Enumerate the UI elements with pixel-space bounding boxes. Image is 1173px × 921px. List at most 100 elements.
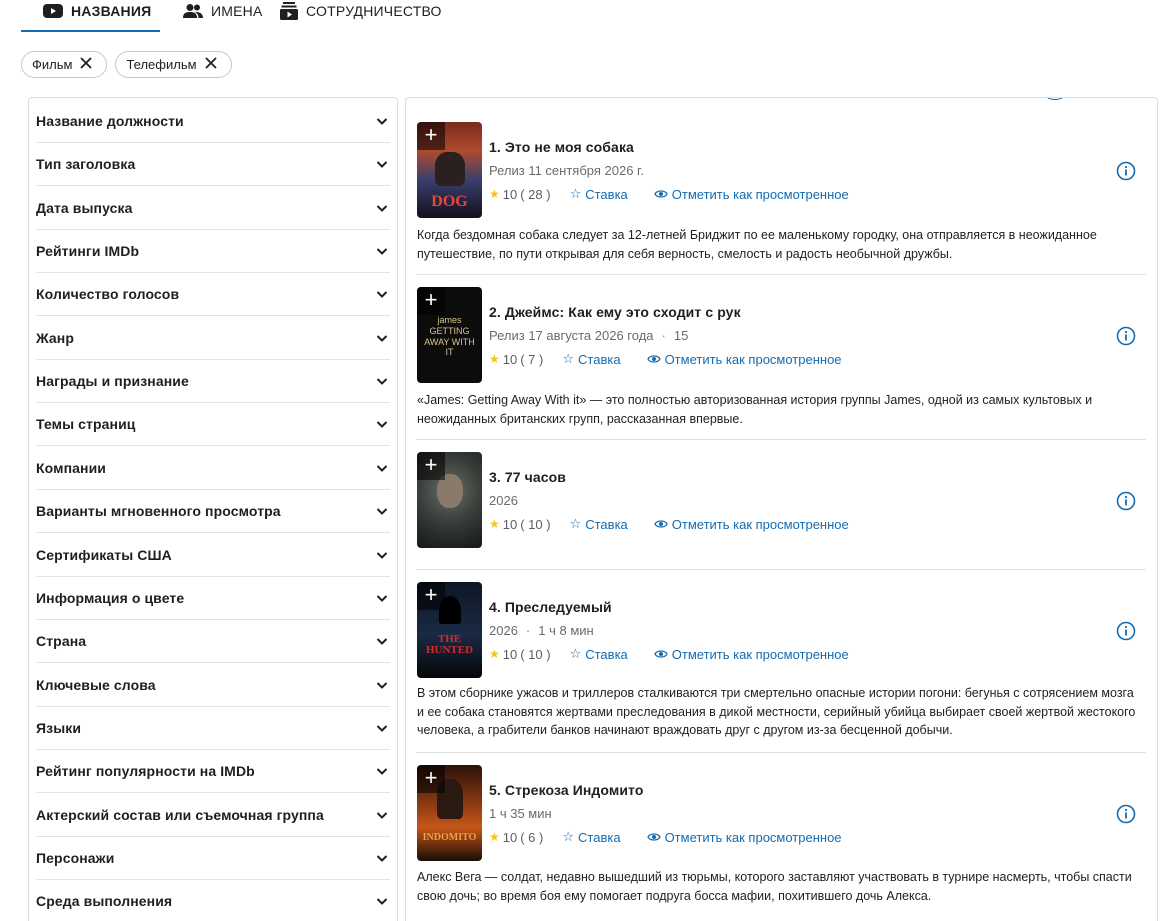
rate-button[interactable]: ☆ Ставка: [570, 646, 628, 662]
rating-value: 10: [502, 646, 518, 662]
poster-image[interactable]: DOG +: [417, 122, 482, 218]
star-outline-icon: ☆: [562, 351, 575, 366]
filter-section[interactable]: Количество голосов: [36, 273, 390, 317]
chevron-down-icon[interactable]: [374, 330, 390, 346]
result-meta: 1 ч 35 мин: [489, 806, 552, 821]
star-icon: ★: [489, 187, 500, 201]
filter-section[interactable]: Название должности: [36, 100, 390, 143]
rate-button[interactable]: ☆ Ставка: [562, 351, 620, 367]
chevron-down-icon[interactable]: [374, 807, 390, 823]
filter-section[interactable]: Ключевые слова: [36, 664, 390, 707]
tab-names-label: ИМЕНА: [211, 3, 263, 19]
filter-section[interactable]: Рейтинги IMDb: [36, 230, 390, 274]
info-icon[interactable]: [1116, 621, 1136, 641]
filter-chip-tv-movie[interactable]: Телефильм: [115, 51, 232, 78]
poster-image[interactable]: THE HUNTED +: [417, 582, 482, 678]
filter-section[interactable]: Дата выпуска: [36, 187, 390, 230]
filter-chip-film[interactable]: Фильм: [21, 51, 108, 78]
divider: [416, 752, 1146, 753]
filter-section[interactable]: Информация о цвете: [36, 577, 390, 620]
results-list: DOG + 1. Это не моя собака Релиз 11 сент…: [405, 97, 1158, 921]
rate-button[interactable]: ☆ Ставка: [562, 829, 620, 845]
filter-section-label: Название должности: [36, 113, 184, 129]
chevron-down-icon[interactable]: [374, 460, 390, 476]
info-icon[interactable]: [1116, 161, 1136, 181]
eye-icon: [654, 187, 668, 202]
chevron-down-icon[interactable]: [374, 286, 390, 302]
release-info: Релиз 11 сентября 2026 г.: [489, 163, 644, 178]
add-to-watchlist-button[interactable]: +: [417, 287, 445, 315]
poster-image[interactable]: james GETTING AWAY WITH IT +: [417, 287, 482, 383]
poster-title: THE HUNTED: [425, 633, 474, 656]
rating-value: 10: [502, 351, 518, 367]
add-to-watchlist-button[interactable]: +: [417, 765, 445, 793]
close-icon[interactable]: [204, 57, 217, 72]
tab-names[interactable]: ИМЕНА: [160, 0, 273, 24]
chevron-down-icon[interactable]: [374, 893, 390, 909]
filter-section[interactable]: Награды и признание: [36, 360, 390, 404]
tab-titles-label: НАЗВАНИЯ: [71, 3, 152, 19]
age-rating: 15: [673, 328, 689, 343]
filter-section[interactable]: Варианты мгновенного просмотра: [36, 490, 390, 534]
chevron-down-icon[interactable]: [374, 850, 390, 866]
filter-section[interactable]: Рейтинг популярности на IMDb: [36, 750, 390, 794]
tab-collaboration[interactable]: СОТРУДНИЧЕСТВО: [273, 0, 442, 24]
filter-section-label: Актерский состав или съемочная группа: [36, 806, 324, 823]
chevron-down-icon[interactable]: [374, 373, 390, 389]
filter-section-label: Количество голосов: [36, 286, 180, 303]
chevron-down-icon[interactable]: [374, 590, 390, 606]
star-outline-icon: ☆: [569, 516, 582, 531]
mark-watched-button[interactable]: Отметить как просмотренное: [654, 647, 849, 662]
result-title[interactable]: 2. Джеймс: Как ему это сходит с рук: [489, 304, 741, 320]
result-title[interactable]: 4. Преследуемый: [489, 599, 612, 615]
filter-section[interactable]: Страна: [36, 620, 390, 664]
filter-section[interactable]: Среда выполнения: [36, 880, 390, 921]
chevron-down-icon[interactable]: [374, 113, 390, 129]
chevron-down-icon[interactable]: [374, 763, 390, 779]
info-icon[interactable]: [1116, 491, 1136, 511]
filter-section[interactable]: Тип заголовка: [36, 143, 390, 187]
filter-section[interactable]: Персонажи: [36, 837, 390, 880]
chevron-down-icon[interactable]: [374, 547, 390, 563]
star-icon: ★: [489, 352, 500, 366]
add-to-watchlist-button[interactable]: +: [417, 122, 445, 150]
mark-watched-button[interactable]: Отметить как просмотренное: [654, 517, 849, 532]
result-title[interactable]: 1. Это не моя собака: [489, 139, 634, 155]
info-icon[interactable]: [1116, 804, 1136, 824]
chevron-down-icon[interactable]: [374, 156, 390, 172]
mark-watched-button[interactable]: Отметить как просмотренное: [654, 187, 849, 202]
rate-button[interactable]: ☆ Ставка: [570, 516, 628, 532]
vote-count: ( 7 ): [520, 351, 544, 367]
result-meta: Релиз 17 августа 2026 года · 15: [489, 328, 688, 343]
mark-watched-button[interactable]: Отметить как просмотренное: [646, 352, 842, 367]
filter-section[interactable]: Сертификаты США: [36, 534, 390, 577]
filter-section[interactable]: Актерский состав или съемочная группа: [36, 794, 390, 837]
chevron-down-icon[interactable]: [374, 243, 390, 259]
tab-titles[interactable]: НАЗВАНИЯ: [21, 0, 160, 24]
mark-watched-button[interactable]: Отметить как просмотренное: [646, 829, 842, 845]
chevron-down-icon[interactable]: [374, 633, 390, 649]
play-box-icon: [43, 3, 63, 19]
filter-section[interactable]: Языки: [36, 707, 390, 750]
result-title[interactable]: 3. 77 часов: [489, 469, 566, 485]
chevron-down-icon[interactable]: [374, 503, 390, 519]
add-to-watchlist-button[interactable]: +: [417, 452, 445, 480]
chevron-down-icon[interactable]: [374, 677, 390, 693]
poster-image[interactable]: +: [417, 452, 482, 548]
filter-section[interactable]: Компании: [36, 447, 390, 490]
info-icon[interactable]: [1116, 326, 1136, 346]
filter-section[interactable]: Жанр: [36, 317, 390, 360]
close-icon[interactable]: [80, 57, 93, 72]
result-title[interactable]: 5. Стрекоза Индомито: [489, 782, 643, 798]
release-year: 2026: [489, 623, 518, 638]
star-outline-icon: ☆: [569, 646, 582, 661]
chevron-down-icon[interactable]: [374, 200, 390, 216]
poster-image[interactable]: INDOMITO +: [417, 765, 482, 861]
rate-button[interactable]: ☆ Ставка: [570, 186, 628, 202]
mark-watched-label: Отметить как просмотренное: [664, 829, 842, 845]
scroll-indicator: [1043, 98, 1067, 100]
chevron-down-icon[interactable]: [374, 416, 390, 432]
filter-section[interactable]: Темы страниц: [36, 403, 390, 447]
add-to-watchlist-button[interactable]: +: [417, 582, 445, 610]
chevron-down-icon[interactable]: [374, 720, 390, 736]
